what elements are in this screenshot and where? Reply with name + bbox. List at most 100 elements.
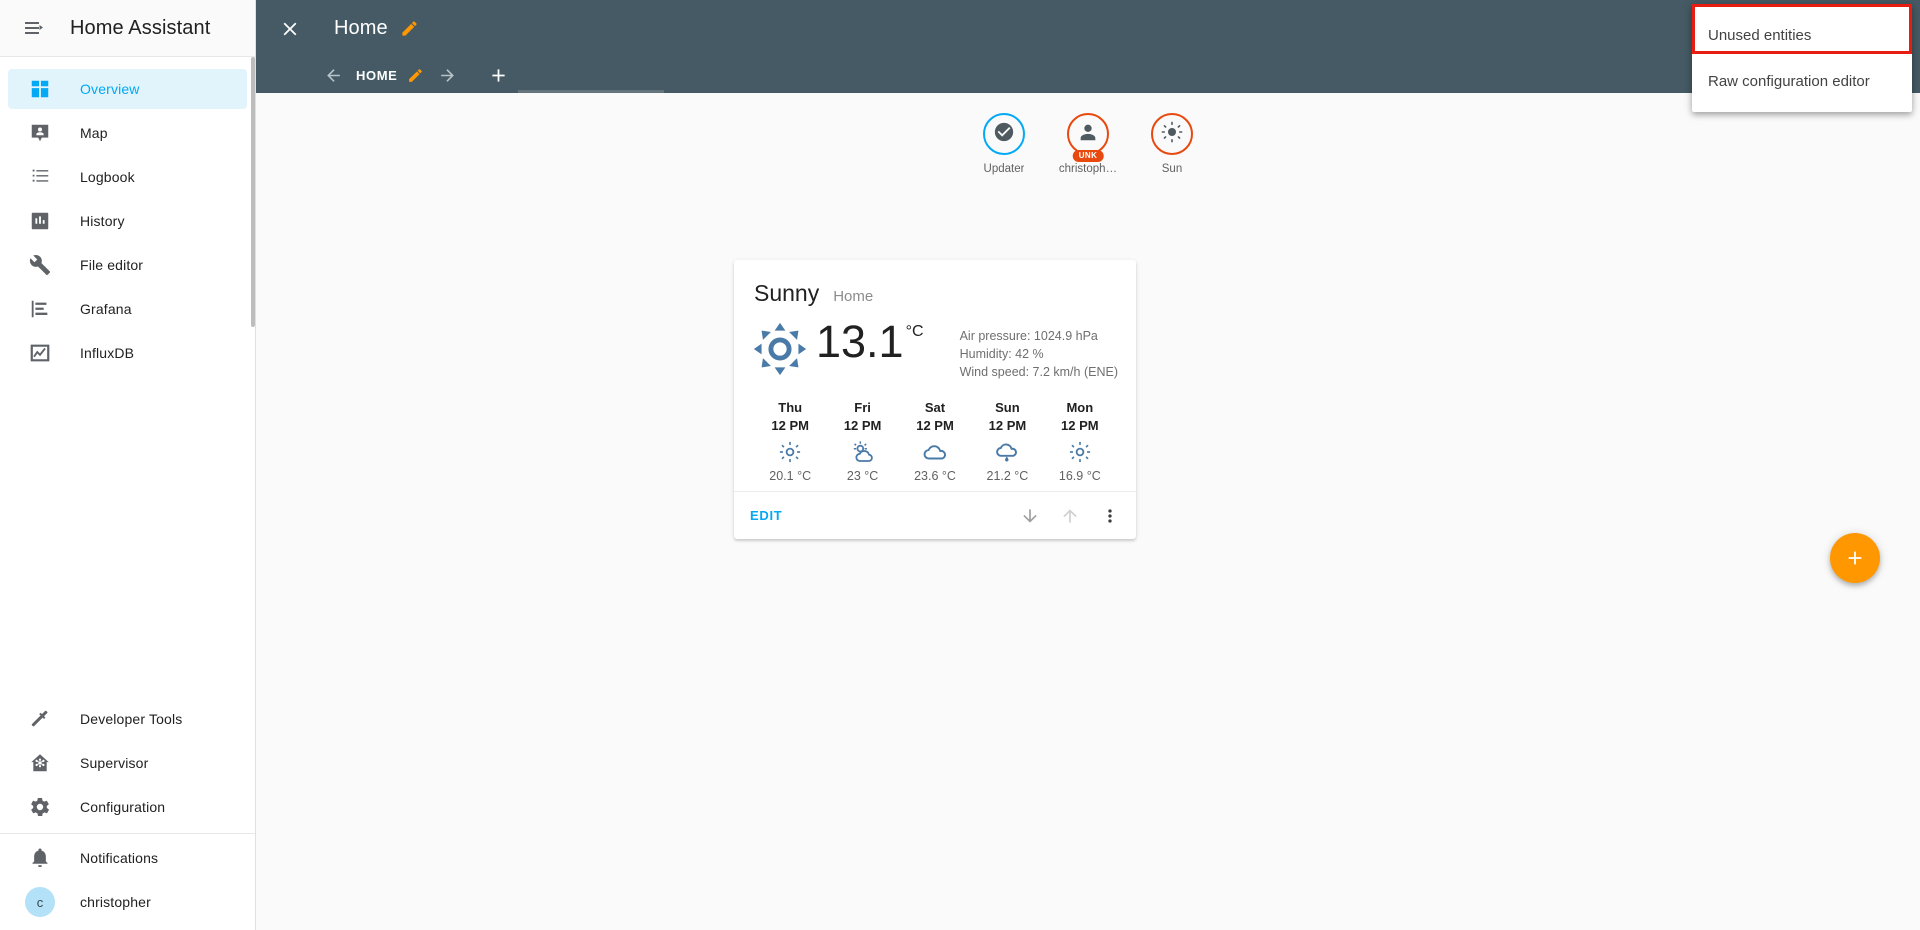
move-tab-right-button[interactable] — [430, 58, 464, 92]
sidebar-item-label: Configuration — [80, 799, 166, 815]
weather-card-body: Sunny Home 13.1 °C Air pressure: 1024.9 … — [734, 260, 1136, 491]
forecast-temperature: 23 °C — [846, 469, 879, 484]
weather-card: Sunny Home 13.1 °C Air pressure: 1024.9 … — [734, 260, 1136, 540]
arrow-up-icon[interactable] — [1052, 498, 1088, 534]
temperature-unit: °C — [905, 323, 924, 340]
weather-sunny-icon — [779, 439, 801, 465]
dots-vertical-icon[interactable] — [1092, 498, 1128, 534]
page-title: Home — [334, 17, 388, 39]
forecast-day: Mon — [1066, 400, 1094, 416]
chart-timeline-icon — [28, 297, 52, 321]
sidebar-item-history[interactable]: History — [8, 201, 247, 241]
menu-item-unused-entities[interactable]: Unused entities — [1692, 12, 1912, 58]
sidebar-nav-list: Overview Map Logbook History File editor… — [0, 57, 255, 695]
tab-home[interactable]: HOME — [350, 57, 430, 93]
sidebar-item-file-editor[interactable]: File editor — [8, 245, 247, 285]
hammer-icon — [28, 707, 52, 731]
forecast-time: 12 PM — [843, 417, 882, 433]
weather-location: Home — [833, 288, 874, 305]
sidebar-divider — [0, 833, 255, 834]
badge-sun[interactable]: Sun — [1141, 113, 1203, 175]
move-tab-left-button[interactable] — [316, 58, 350, 92]
edit-title-pencil-icon[interactable] — [400, 19, 419, 38]
sidebar-item-label: History — [80, 213, 125, 229]
map-marker-account-icon — [28, 121, 52, 145]
sidebar-item-overview[interactable]: Overview — [8, 69, 247, 109]
add-card-fab[interactable] — [1830, 533, 1880, 583]
entity-badges: Updater UNK christoph… Sun — [256, 93, 1920, 175]
dashboard-content: Updater UNK christoph… Sun Sunny Home 13… — [256, 93, 1920, 930]
format-list-bulleted-icon — [28, 165, 52, 189]
forecast-time: 12 PM — [771, 417, 809, 433]
sidebar-item-configuration[interactable]: Configuration — [8, 787, 247, 827]
forecast-temperature: 20.1 °C — [769, 469, 812, 484]
sidebar-scrollbar[interactable] — [251, 57, 255, 327]
sidebar-item-influxdb[interactable]: InfluxDB — [8, 333, 247, 373]
tabs-container: HOME — [316, 57, 516, 93]
badge-circle: UNK — [1067, 113, 1109, 162]
menu-item-raw-configuration-editor[interactable]: Raw configuration editor — [1692, 58, 1912, 104]
sidebar-item-user[interactable]: c christopher — [8, 882, 247, 922]
weather-forecast: Thu 12 PM 20.1 °C Fri 12 PM 23 °C Sat 12… — [750, 399, 1120, 483]
view-tabbar: HOME — [256, 57, 1920, 93]
attribute-air-pressure: Air pressure: 1024.9 hPa — [959, 329, 1098, 343]
add-view-button[interactable] — [480, 57, 516, 93]
sidebar-item-label: InfluxDB — [80, 345, 135, 361]
sidebar-item-developer-tools[interactable]: Developer Tools — [8, 699, 247, 739]
sidebar-item-logbook[interactable]: Logbook — [8, 157, 247, 197]
sidebar-item-label: Developer Tools — [80, 711, 183, 727]
chart-box-icon — [28, 209, 52, 233]
sidebar-item-label: File editor — [80, 257, 144, 273]
avatar: c — [25, 887, 55, 917]
sidebar-header: Home Assistant — [0, 0, 255, 57]
forecast-time: 12 PM — [916, 417, 954, 433]
forecast-item: Thu 12 PM 20.1 °C — [754, 399, 826, 483]
weather-attributes: Air pressure: 1024.9 hPa Humidity: 42 % … — [960, 321, 1120, 381]
sidebar-item-label: Overview — [80, 81, 140, 97]
sidebar-item-label: Map — [80, 125, 108, 141]
weather-temperature: 13.1 °C — [816, 316, 924, 367]
app-title: Home Assistant — [70, 16, 211, 39]
cog-icon — [28, 795, 52, 819]
weather-sunny-icon — [1160, 120, 1184, 149]
main-area: Home HOME Updater UNK christoph… Sun Sun… — [256, 0, 1920, 930]
edit-tab-pencil-icon[interactable] — [407, 67, 424, 84]
forecast-item: Sun 12 PM 21.2 °C — [971, 399, 1043, 483]
view-dashboard-icon — [28, 77, 52, 101]
weather-current: 13.1 °C Air pressure: 1024.9 hPa Humidit… — [750, 316, 1120, 381]
forecast-day: Thu — [778, 400, 803, 416]
close-icon[interactable] — [268, 7, 312, 51]
sidebar-item-map[interactable]: Map — [8, 113, 247, 153]
sidebar-item-notifications[interactable]: Notifications — [8, 838, 247, 878]
forecast-item: Sat 12 PM 23.6 °C — [899, 399, 971, 483]
active-tab-indicator — [518, 90, 664, 93]
sidebar-item-grafana[interactable]: Grafana — [8, 289, 247, 329]
weather-partly-cloudy-icon — [851, 439, 875, 465]
weather-rainy-icon — [994, 439, 1020, 465]
forecast-item: Fri 12 PM 23 °C — [826, 399, 898, 483]
forecast-temperature: 16.9 °C — [1058, 469, 1101, 484]
edit-mode-toolbar: Home — [256, 0, 1920, 57]
forecast-day: Sun — [995, 400, 1020, 416]
menu-collapse-icon[interactable] — [14, 8, 54, 48]
temperature-value: 13.1 — [816, 316, 904, 367]
weather-header: Sunny Home — [750, 276, 1120, 307]
overflow-menu: Unused entities Raw configuration editor — [1692, 4, 1912, 112]
sidebar-bottom-section: Developer Tools Supervisor Configuration — [0, 695, 255, 930]
home-assistant-app: Home Assistant Overview Map Logbook Hist… — [0, 0, 1920, 930]
edit-card-button[interactable]: EDIT — [750, 508, 782, 523]
arrow-down-icon[interactable] — [1012, 498, 1048, 534]
forecast-time: 12 PM — [988, 417, 1027, 433]
sidebar-item-label: Grafana — [80, 301, 132, 317]
wrench-icon — [28, 253, 52, 277]
badge-updater[interactable]: Updater — [973, 113, 1035, 175]
forecast-item: Mon 12 PM 16.9 °C — [1044, 399, 1116, 483]
badge-state-label: UNK — [1072, 150, 1104, 162]
sidebar-item-label: Supervisor — [80, 755, 149, 771]
sidebar-item-supervisor[interactable]: Supervisor — [8, 743, 247, 783]
forecast-day: Fri — [854, 400, 871, 416]
badge-christopher[interactable]: UNK christoph… — [1057, 113, 1119, 175]
weather-card-footer: EDIT — [734, 491, 1136, 539]
bell-icon — [28, 846, 52, 870]
sidebar-item-label: christopher — [80, 894, 151, 910]
